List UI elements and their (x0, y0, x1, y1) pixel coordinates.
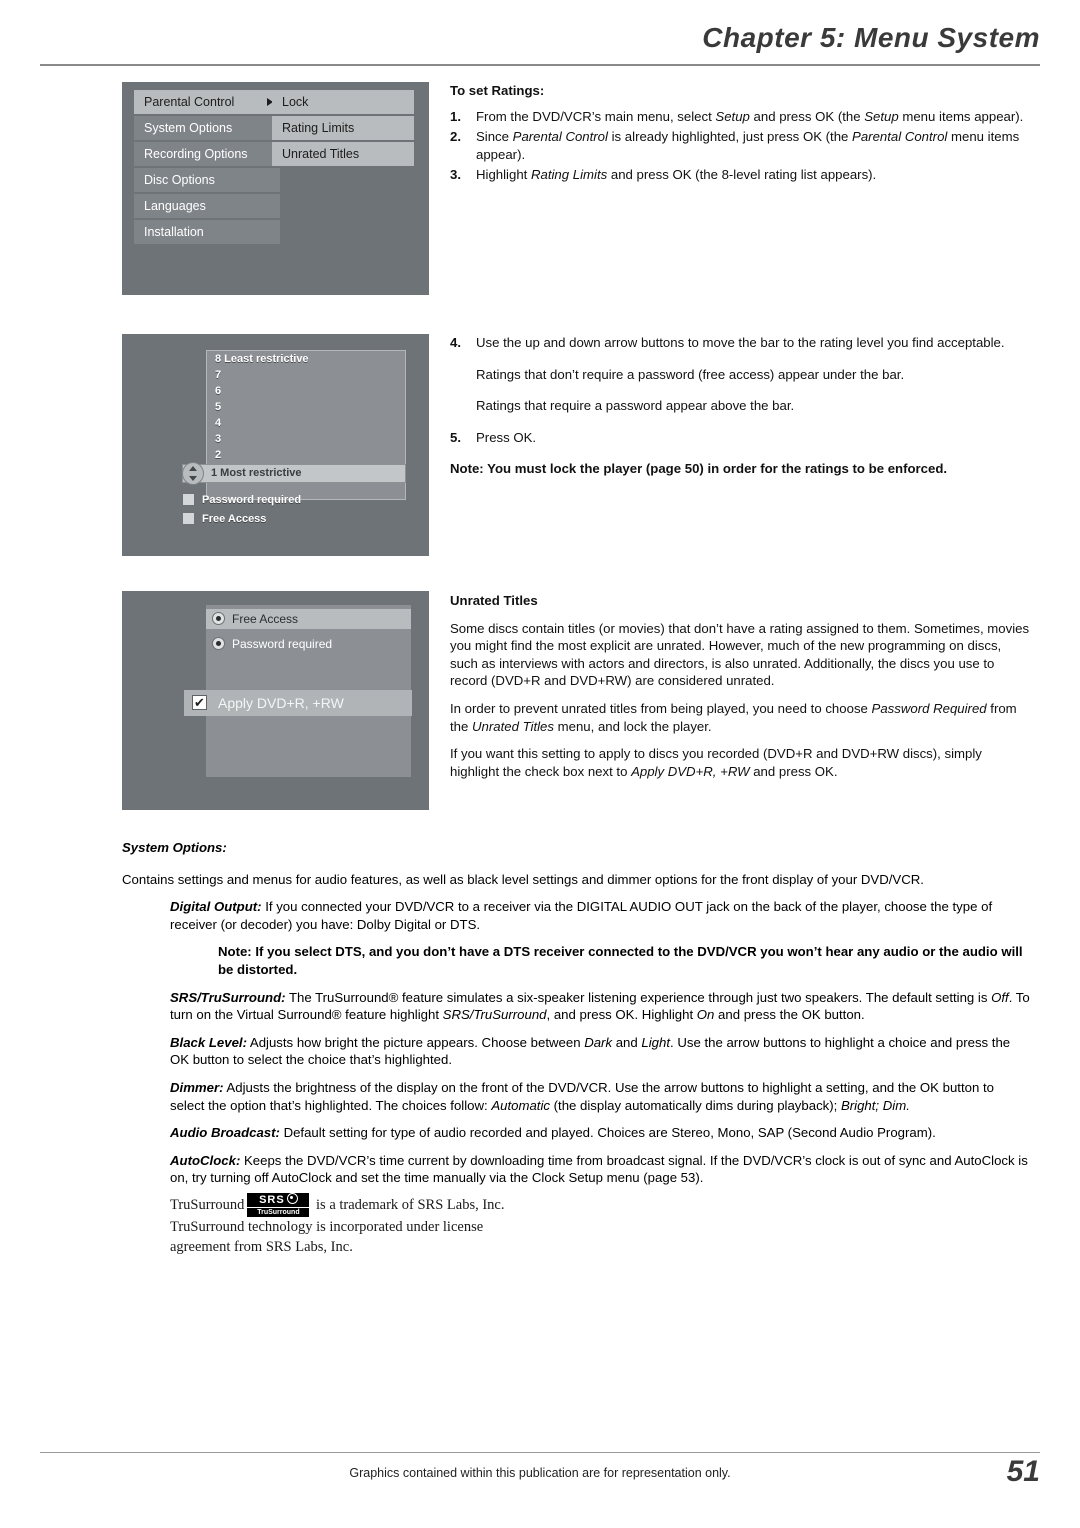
step-number: 1. (450, 108, 461, 124)
section-heading-unrated-titles: Unrated Titles (450, 593, 538, 608)
screenshot-parental-control-menu: Parental Control System Options Recordin… (122, 82, 429, 295)
step-4-note-2: Ratings that require a password appear a… (450, 397, 1030, 415)
step-number: 4. (450, 335, 461, 350)
menu-item-label: Lock (282, 95, 309, 109)
lock-player-note: Note: You must lock the player (page 50)… (450, 461, 948, 477)
step-4-note-1: Ratings that don’t require a password (f… (450, 366, 1030, 384)
system-option-audio-broadcast: Audio Broadcast: Default setting for typ… (170, 1125, 936, 1141)
screenshot-unrated-titles: Free Access Password required ✔ Apply DV… (122, 591, 429, 810)
step-text: Since Parental Control is already highli… (476, 129, 1020, 162)
rating-level-2[interactable]: 2 (207, 447, 405, 463)
menu-item-label: System Options (144, 121, 233, 135)
step-text: From the DVD/VCR’s main menu, select Set… (476, 108, 1024, 124)
menu-item-disc-options[interactable]: Disc Options (134, 168, 280, 192)
to-set-ratings-section: To set Ratings: 1. From the DVD/VCR’s ma… (450, 82, 1030, 187)
menu-item-label: Recording Options (144, 147, 248, 161)
system-option-autoclock: AutoClock: Keeps the DVD/VCR’s time curr… (170, 1152, 1028, 1186)
up-down-arrows-icon[interactable] (182, 462, 204, 485)
unrated-paragraph-3: If you want this setting to apply to dis… (450, 746, 982, 779)
checkbox-icon[interactable] (182, 512, 195, 525)
system-option-srs-trusurround: SRS/TruSurround: The TruSurround® featur… (170, 989, 1030, 1023)
menu-item-lock[interactable]: Lock (272, 90, 414, 114)
trademark-line-1-pre: TruSurround (170, 1197, 245, 1213)
page-number: 51 (1006, 1455, 1040, 1488)
checkbox-label: Password required (202, 494, 302, 506)
radio-button-icon[interactable] (212, 612, 225, 625)
step-2: 2. Since Parental Control is already hig… (450, 128, 1030, 163)
option-free-access[interactable]: Free Access (206, 609, 411, 629)
rating-level-6[interactable]: 6 (207, 383, 405, 399)
page-title: Chapter 5: Menu System (702, 22, 1040, 53)
system-options-intro: Contains settings and menus for audio fe… (122, 871, 924, 887)
menu-item-parental-control[interactable]: Parental Control (134, 90, 280, 114)
system-option-black-level: Black Level: Adjusts how bright the pict… (170, 1034, 1011, 1068)
note-text: Ratings that don’t require a password (f… (476, 366, 905, 382)
rating-selection-bar[interactable]: 1 Most restrictive (182, 464, 406, 483)
rating-level-4[interactable]: 4 (207, 415, 405, 431)
system-options-section: System Options: Contains settings and me… (122, 839, 1032, 1197)
steps-continued-section: 4. Use the up and down arrow buttons to … (450, 334, 1030, 478)
menu-item-label: Disc Options (144, 173, 215, 187)
step-text: Highlight Rating Limits and press OK (th… (476, 167, 877, 183)
menu-item-rating-limits[interactable]: Rating Limits (272, 116, 414, 140)
step-number: 3. (450, 167, 461, 183)
trademark-line-1-post: is a trademark of SRS Labs, Inc. (312, 1197, 505, 1213)
step-number: 2. (450, 129, 461, 145)
checkbox-label: Free Access (202, 513, 267, 525)
step-text: Use the up and down arrow buttons to mov… (476, 335, 1005, 350)
menu-item-label: Installation (144, 225, 204, 239)
note-text: Ratings that require a password appear a… (476, 398, 795, 414)
header-divider (40, 64, 1040, 66)
option-label: Password required (232, 637, 333, 651)
unrated-paragraph-2: In order to prevent unrated titles from … (450, 700, 1017, 734)
step-5: 5. Press OK. (450, 429, 1030, 447)
system-option-dts-note: Note: If you select DTS, and you don’t h… (218, 944, 1023, 977)
screenshot-rating-limits: 8 Least restrictive 7 6 5 4 3 2 1 Most r… (122, 334, 429, 556)
menu-item-recording-options[interactable]: Recording Options (134, 142, 280, 166)
unrated-paragraph-1: Some discs contain titles (or movies) th… (450, 620, 1030, 689)
menu-item-label: Unrated Titles (282, 147, 360, 161)
srs-trusurround-logo-icon: SRS TruSurround (247, 1193, 310, 1217)
rating-level-3[interactable]: 3 (207, 431, 405, 447)
trademark-line-2: TruSurround technology is incorporated u… (170, 1219, 484, 1235)
checkbox-password-required[interactable]: Password required (182, 492, 301, 508)
trademark-notice: TruSurround SRS TruSurround is a trademark… (170, 1193, 690, 1257)
rating-level-7[interactable]: 7 (207, 367, 405, 383)
rating-selection-label: 1 Most restrictive (211, 467, 302, 479)
step-number: 5. (450, 429, 461, 445)
checkbox-free-access[interactable]: Free Access (182, 511, 266, 527)
checkbox-icon[interactable] (182, 493, 195, 506)
menu-item-languages[interactable]: Languages (134, 194, 280, 218)
section-heading-to-set-ratings: To set Ratings: (450, 83, 545, 98)
menu-item-installation[interactable]: Installation (134, 220, 280, 244)
apply-dvd-checkbox-row[interactable]: ✔ Apply DVD+R, +RW (184, 690, 412, 716)
menu-item-system-options[interactable]: System Options (134, 116, 280, 140)
footer-note: Graphics contained within this publicati… (349, 1466, 731, 1480)
system-option-digital-output: Digital Output: If you connected your DV… (170, 899, 993, 932)
menu-left-column: Parental Control System Options Recordin… (134, 90, 280, 246)
rating-level-5[interactable]: 5 (207, 399, 405, 415)
section-heading-system-options: System Options: (122, 840, 227, 855)
option-password-required[interactable]: Password required (206, 634, 411, 654)
step-1: 1. From the DVD/VCR’s main menu, select … (450, 108, 1030, 126)
checkmark-icon[interactable]: ✔ (192, 695, 207, 710)
rating-level-8[interactable]: 8 Least restrictive (207, 351, 405, 367)
option-label: Free Access (232, 612, 299, 626)
menu-item-unrated-titles[interactable]: Unrated Titles (272, 142, 414, 166)
step-text: Press OK. (476, 429, 537, 445)
system-option-dimmer: Dimmer: Adjusts the brightness of the di… (170, 1079, 994, 1113)
menu-item-label: Parental Control (144, 95, 235, 109)
unrated-titles-section: Unrated Titles Some discs contain titles… (450, 592, 1030, 790)
menu-item-label: Languages (144, 199, 206, 213)
page-root: Chapter 5: Menu System Parental Control … (0, 0, 1080, 1528)
menu-item-label: Rating Limits (282, 121, 355, 135)
menu-right-column: Lock Rating Limits Unrated Titles (272, 90, 414, 168)
trademark-line-3: agreement from SRS Labs, Inc. (170, 1239, 353, 1255)
radio-button-icon[interactable] (212, 637, 225, 650)
apply-dvd-label: Apply DVD+R, +RW (218, 695, 344, 711)
steps-list: 1. From the DVD/VCR’s main menu, select … (450, 108, 1030, 184)
step-3: 3. Highlight Rating Limits and press OK … (450, 166, 1030, 184)
step-4: 4. Use the up and down arrow buttons to … (450, 334, 1030, 352)
footer-divider (40, 1452, 1040, 1453)
